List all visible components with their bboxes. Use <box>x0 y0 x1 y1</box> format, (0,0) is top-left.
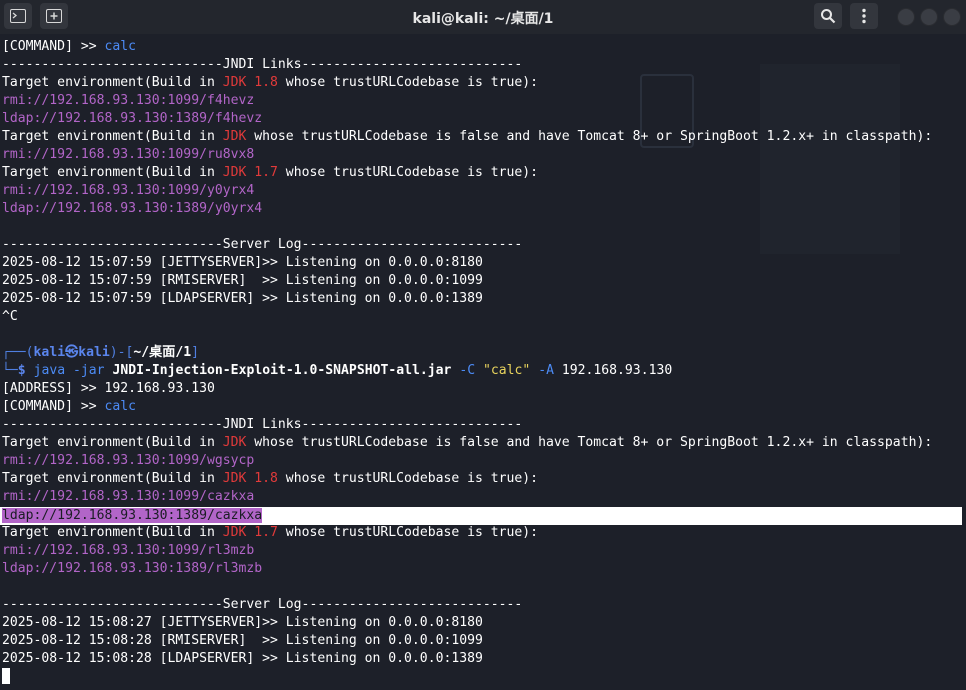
target-env-line: Target environment(Build in JDK 1.7 whos… <box>2 165 539 180</box>
interrupt-line: ^C <box>2 309 18 324</box>
log-line: 2025-08-12 15:07:59 [JETTYSERVER]>> List… <box>2 255 483 270</box>
address-line: [ADDRESS] >> 192.168.93.130 <box>2 381 215 396</box>
ldap-link[interactable]: ldap://192.168.93.130:1389/f4hevz <box>2 110 262 128</box>
maximize-button[interactable] <box>920 8 938 26</box>
command-line: [COMMAND] >> calc <box>2 399 137 414</box>
target-env-line: Target environment(Build in JDK 1.8 whos… <box>2 471 539 486</box>
rmi-link[interactable]: rmi://192.168.93.130:1099/y0yrx4 <box>2 182 254 200</box>
terminal-icon[interactable] <box>4 3 32 29</box>
rmi-link[interactable]: rmi://192.168.93.130:1099/rl3mzb <box>2 542 254 560</box>
server-log-header: ----------------------------Server Log--… <box>2 597 523 612</box>
close-button[interactable] <box>943 8 961 26</box>
ldap-link[interactable]: ldap://192.168.93.130:1389/y0yrx4 <box>2 200 262 218</box>
rmi-link[interactable]: rmi://192.168.93.130:1099/ru8vx8 <box>2 146 254 164</box>
ldap-link[interactable]: ldap://192.168.93.130:1389/rl3mzb <box>2 560 262 578</box>
rmi-link[interactable]: rmi://192.168.93.130:1099/f4hevz <box>2 92 254 110</box>
jndi-links-header: ----------------------------JNDI Links--… <box>2 57 523 72</box>
shell-command-line: └─$ java -jar JNDI-Injection-Exploit-1.0… <box>2 363 673 378</box>
text-cursor <box>2 668 10 684</box>
search-icon[interactable] <box>814 3 842 29</box>
server-log-header: ----------------------------Server Log--… <box>2 237 523 252</box>
log-line: 2025-08-12 15:08:28 [RMISERVER] >> Liste… <box>2 633 483 648</box>
command-line: [COMMAND] >> calc <box>2 39 137 54</box>
rmi-link[interactable]: rmi://192.168.93.130:1099/cazkxa <box>2 488 254 506</box>
rmi-link[interactable]: rmi://192.168.93.130:1099/wgsycp <box>2 452 254 470</box>
target-env-line: Target environment(Build in JDK 1.7 whos… <box>2 525 539 540</box>
title-bar: kali@kali: ~/桌面/1 <box>0 0 966 35</box>
desktop-jar-icon <box>760 64 900 254</box>
log-line: 2025-08-12 15:07:59 [LDAPSERVER] >> List… <box>2 291 483 306</box>
log-line: 2025-08-12 15:08:27 [JETTYSERVER]>> List… <box>2 615 483 630</box>
menu-icon[interactable] <box>850 3 878 29</box>
log-line: 2025-08-12 15:08:28 [LDAPSERVER] >> List… <box>2 651 483 666</box>
target-env-line: Target environment(Build in JDK 1.8 whos… <box>2 75 539 90</box>
shell-prompt: ┌──(kali㉿kali)-[~/桌面/1] <box>2 345 200 360</box>
ldap-link-selected[interactable]: ldap://192.168.93.130:1389/cazkxa <box>2 507 263 525</box>
new-tab-icon[interactable] <box>40 3 68 29</box>
log-line: 2025-08-12 15:07:59 [RMISERVER] >> Liste… <box>2 273 483 288</box>
minimize-button[interactable] <box>897 8 915 26</box>
target-env-line: Target environment(Build in JDK whose tr… <box>2 129 933 144</box>
target-env-line: Target environment(Build in JDK whose tr… <box>2 435 933 450</box>
jndi-links-header: ----------------------------JNDI Links--… <box>2 417 523 432</box>
